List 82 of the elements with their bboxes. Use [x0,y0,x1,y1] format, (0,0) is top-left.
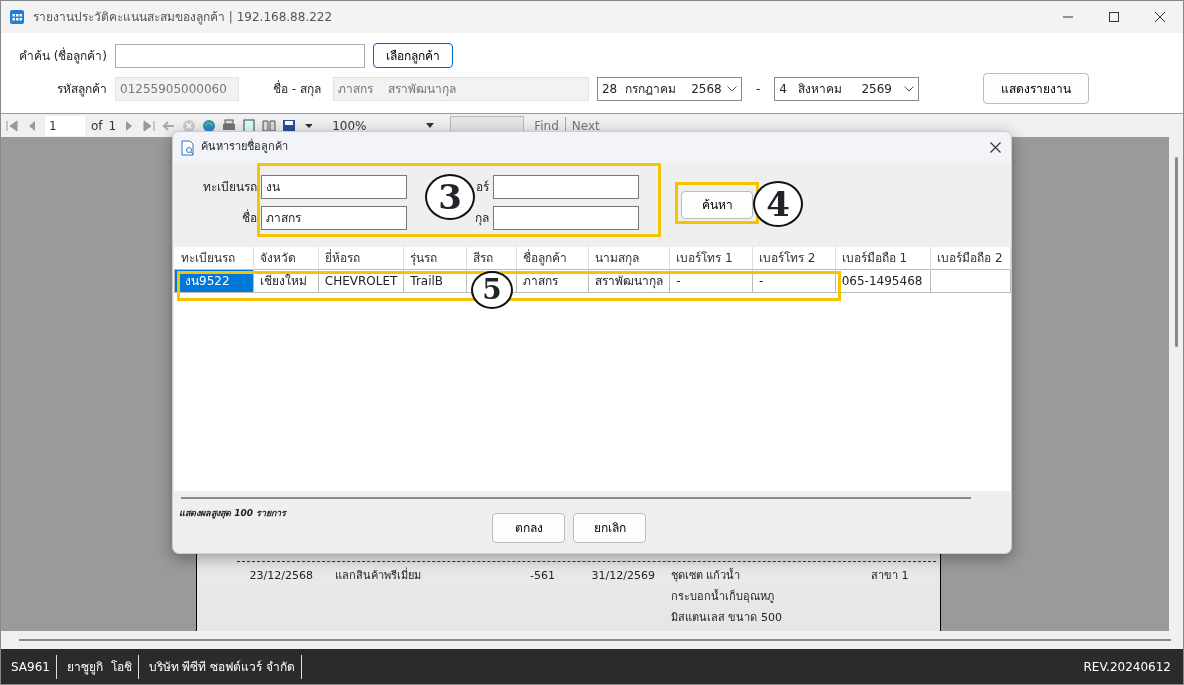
column-header[interactable]: รุ่นรถ [403,247,467,269]
last-page-icon[interactable] [142,118,157,133]
close-icon[interactable] [990,141,1001,153]
status-item: ยาซูยูกิ โอชิ [56,654,139,679]
print-icon[interactable] [222,118,237,133]
save-icon[interactable] [282,118,297,133]
show-report-button[interactable]: แสดงรายงาน [983,73,1090,104]
text-field[interactable] [493,175,639,199]
page-total: 1 [108,117,117,135]
table-cell: เชียงใหม่ [253,269,319,292]
column-header[interactable]: นามสกุล [588,247,670,269]
field-label: อร์ [475,179,490,196]
search-document-icon [181,139,195,156]
result-limit-note: แสดงผลสูงสุด 100 รายการ [179,507,287,521]
chevron-down-icon [726,85,737,92]
date-value: 28 กรกฎาคม 2568 [601,80,722,98]
zoom-value: 100% [332,117,367,135]
date-separator: - [755,80,761,98]
column-header[interactable]: เบอร์มือถือ 2 [930,247,1011,269]
caret-icon [426,123,435,128]
column-header[interactable]: เบอร์โทร 2 [752,247,836,269]
text-field[interactable]: งน [261,175,407,199]
column-header[interactable]: เบอร์โทร 1 [669,247,753,269]
report-item: กระบอกน้ำเก็บอุณหภู [671,589,775,606]
customer-name-field[interactable]: ภาสกร สราพัฒนากุล [332,76,589,101]
book-icon[interactable] [262,118,277,133]
column-header[interactable]: ชื่อลูกค้า [516,247,589,269]
start-date-picker[interactable]: 28 กรกฎาคม 2568 [596,76,742,101]
maximize-icon[interactable] [1109,12,1119,22]
stop-icon[interactable] [182,118,197,133]
step-number-callout: 3 [425,174,475,220]
date-value: 4 สิงหาคม 2569 [779,80,892,98]
customer-code-field[interactable]: 01255905000060 [115,76,239,101]
column-header[interactable]: เบอร์มือถือ 1 [835,247,931,269]
table-cell: CHEVROLET [318,269,404,292]
step-number-callout: 4 [753,181,803,227]
first-page-icon[interactable] [5,118,19,133]
chevron-down-icon [904,85,915,92]
version-label: REV.20240612 [1083,658,1171,676]
field-label: รหัสลูกค้า [56,80,107,98]
page-number-field[interactable]: 1 [45,115,85,136]
status-item: SA961 [1,654,57,679]
report-expiry: 31/12/2569 [590,568,655,585]
field-label: ทะเบียนรถ [202,179,258,196]
text-field[interactable]: ภาสกร [261,206,407,230]
search-field[interactable] [115,43,365,68]
column-header[interactable]: สีรถ [466,247,517,269]
find-link[interactable]: Find [534,116,559,135]
app-grid-icon [9,9,25,25]
table-cell: TrailB [403,269,467,292]
field-label: ชื่อ [241,209,258,227]
table-cell: - [669,269,753,292]
table-cell: - [752,269,836,292]
select-customer-button[interactable]: เลือกลูกค้า [373,43,453,68]
back-arrow-icon[interactable] [162,118,177,133]
zoom-select[interactable]: 100% [328,115,439,136]
report-date: 23/12/2568 [248,568,313,585]
status-item: บริษัท พีซีที ซอฟต์แวร์ จำกัด [138,654,303,679]
text-field[interactable] [493,206,639,230]
page-of-label: of [91,117,103,135]
report-points: -561 [529,568,555,585]
report-branch: สาขา 1 [871,568,910,585]
refresh-icon[interactable] [202,118,217,133]
column-header[interactable]: จังหวัด [253,247,319,269]
window-title: รายงานประวัติคะแนนสะสมของลูกค้า | 192.168.88.222 [33,9,333,26]
dialog-title: ค้นหารายชื่อลูกค้า [201,139,288,156]
page-layout-icon[interactable] [242,118,257,133]
end-date-picker[interactable]: 4 สิงหาคม 2569 [774,76,920,101]
search-button[interactable]: ค้นหา [681,191,753,219]
cancel-button[interactable]: ยกเลิก [573,513,646,543]
column-header[interactable]: ยี่ห้อรถ [318,247,404,269]
table-cell: ภาสกร [516,269,589,292]
table-cell: สราพัฒนากุล [588,269,670,292]
field-label: ชื่อ - สกุล [273,79,321,98]
field-label: กุล [474,210,490,227]
report-item: ชุดเซต แก้วน้ำ [671,568,742,585]
ok-button[interactable]: ตกลง [492,513,565,543]
scrollbar-thumb[interactable] [1174,157,1178,347]
field-label: คำค้น (ชื่อลูกค้า) [17,46,107,65]
close-icon[interactable] [1155,12,1165,22]
report-item: มิสแตนเลส ขนาด 500 [671,610,783,627]
report-type: แลกสินค้าพรีเมี่ยม [335,568,422,585]
